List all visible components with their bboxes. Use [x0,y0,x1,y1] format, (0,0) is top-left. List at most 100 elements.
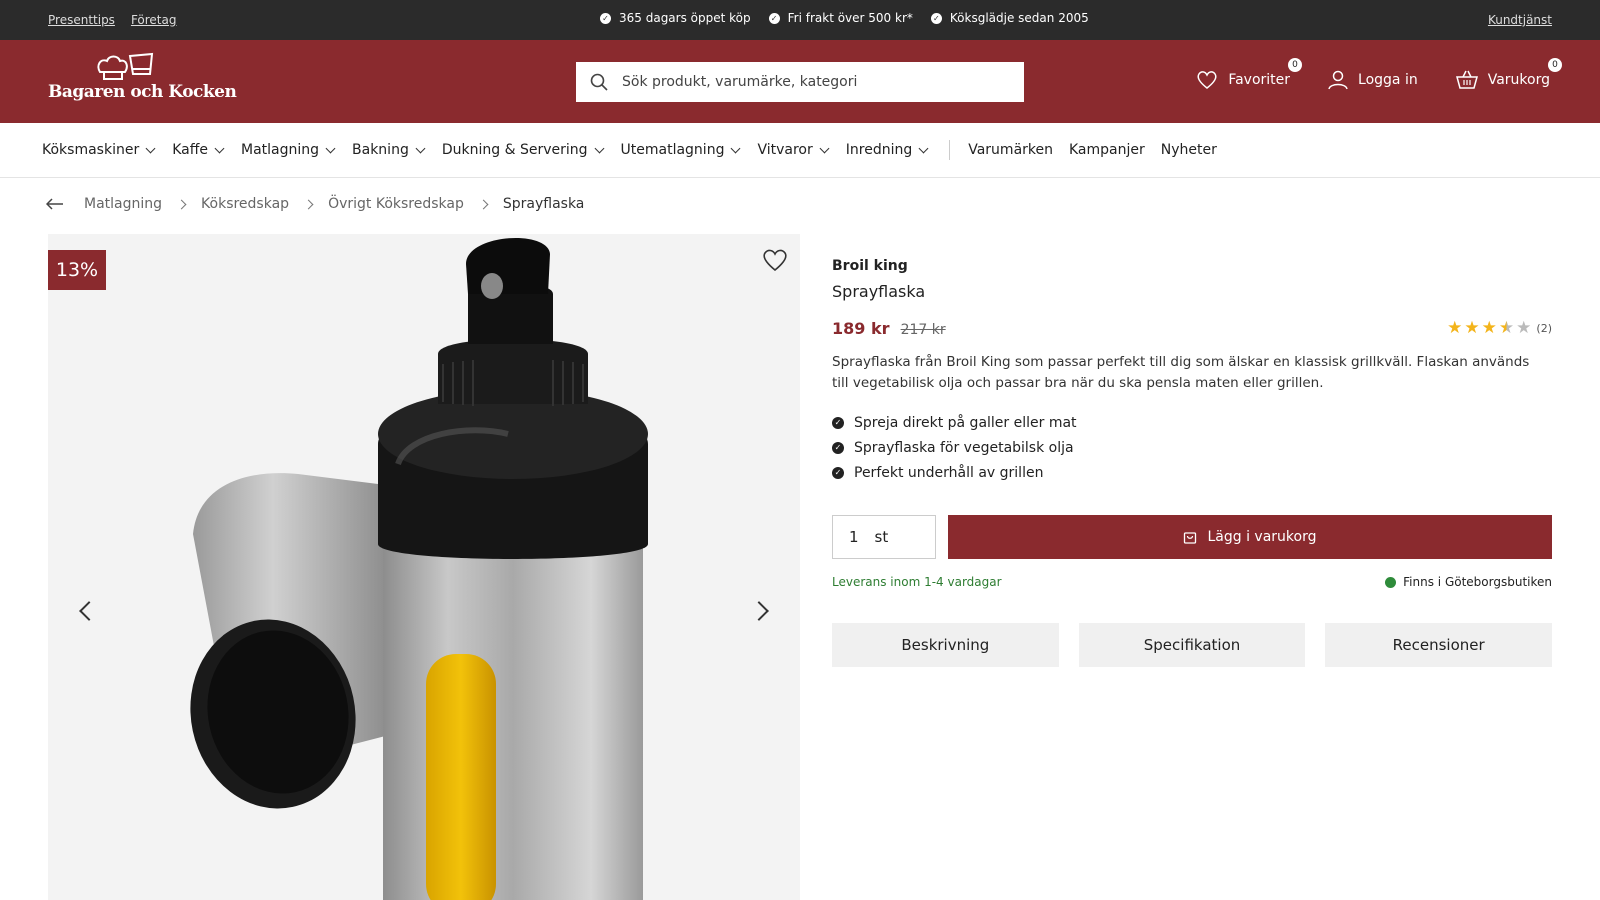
nav-item-bakning[interactable]: Bakning [352,142,426,158]
chevron-down-icon [594,143,604,153]
product-tabs: Beskrivning Specifikation Recensioner [832,623,1553,667]
chevron-right-icon [176,199,187,209]
header-actions: Favoriter 0 Logga in Varukorg 0 [1196,58,1562,90]
kundtjanst-link[interactable]: Kundtjänst [1488,13,1552,27]
usp-label: Köksglädje sedan 2005 [949,11,1089,25]
nav-link-nyheter[interactable]: Nyheter [1161,142,1217,158]
favorites-count-badge: 0 [1288,58,1303,72]
stock-label: Finns i Göteborgsbutiken [1403,575,1552,589]
add-to-cart-button[interactable]: Lägg i varukorg [948,515,1552,559]
usp-label: Fri frakt över 500 kr* [787,11,913,25]
check-icon: ✓ [930,12,942,24]
search-box[interactable] [576,62,1024,102]
product-description: Sprayflaska från Broil King som passar p… [832,354,1530,391]
cart-count-badge: 0 [1548,58,1562,72]
check-icon: ✓ [600,12,611,24]
nav-divider [949,140,951,160]
logo-text: Bagaren och Kocken [48,82,237,102]
breadcrumb: Matlagning Köksredskap Övrigt Köksredska… [46,196,584,212]
chevron-down-icon [415,143,426,153]
feature-item: ✓ Spreja direkt på galler eller mat [832,410,1552,435]
star-icon: ★ [1481,318,1497,338]
buy-row: 1 st Lägg i varukorg [832,515,1552,559]
favorites-link[interactable]: Favoriter 0 [1196,58,1303,90]
nav-item-kaffe[interactable]: Kaffe [172,142,225,158]
breadcrumb-link[interactable]: Köksredskap [201,196,289,212]
top-bar: Presenttips Företag ✓ 365 dagars öppet kö… [0,0,1600,40]
nav-item-label: Utematlagning [620,142,725,158]
nav-link-varumarken[interactable]: Varumärken [968,142,1053,158]
feature-text: Spreja direkt på galler eller mat [854,414,1077,431]
check-icon: ✓ [768,12,780,24]
chevron-right-icon [303,199,314,209]
breadcrumb-link[interactable]: Matlagning [84,196,162,212]
nav-item-label: Inredning [845,142,913,158]
chevron-down-icon [819,143,830,153]
nav-item-vitvaror[interactable]: Vitvaror [757,142,830,158]
check-icon: ✓ [832,466,844,479]
presenttips-link[interactable]: Presenttips [48,13,115,27]
usp-label: 365 dagars öppet köp [619,11,751,25]
original-price: 217 kr [900,322,946,338]
feature-item: ✓ Sprayflaska för vegetabilsk olja [832,435,1552,460]
nav-item-inredning[interactable]: Inredning [845,142,929,158]
star-icon: ★ [1464,318,1480,338]
check-icon: ✓ [832,416,844,429]
nav-item-label: Dukning & Servering [441,142,588,158]
in-stock-dot-icon [1385,576,1397,588]
site-logo[interactable]: Bagaren och Kocken [48,52,237,112]
usp-list: ✓ 365 dagars öppet köp ✓ Fri frakt över 50… [600,11,1089,25]
star-icon: ★ [1447,318,1463,338]
nav-item-utematlagning[interactable]: Utematlagning [620,142,741,158]
quantity-unit: st [874,528,889,546]
product-image [190,237,648,900]
chevron-down-icon [214,143,225,153]
nav-item-dukning[interactable]: Dukning & Servering [441,142,604,158]
nav-item-koksmaskiner[interactable]: Köksmaskiner [42,142,156,158]
tab-specifikation[interactable]: Specifikation [1078,623,1306,667]
check-icon: ✓ [832,441,844,454]
half-star-icon: ★ [1498,318,1515,338]
user-icon [1328,70,1348,90]
search-input[interactable] [622,74,1002,90]
tab-recensioner[interactable]: Recensioner [1325,623,1553,667]
delivery-row: Leverans inom 1-4 vardagar Finns i Göteb… [832,575,1552,589]
login-link[interactable]: Logga in [1328,70,1418,90]
back-arrow-icon[interactable] [46,198,64,210]
discount-badge: 13% [48,250,106,290]
nav-item-label: Bakning [352,142,409,158]
topbar-left-links: Presenttips Företag [48,13,176,27]
nav-item-matlagning[interactable]: Matlagning [241,142,336,158]
heart-icon [1197,71,1217,89]
breadcrumb-link[interactable]: Övrigt Köksredskap [328,196,464,212]
star-icon: ★ [1516,318,1532,338]
chevron-right-icon [478,199,489,209]
quantity-value: 1 [849,528,859,546]
bag-icon [1184,532,1197,544]
foretag-link[interactable]: Företag [131,13,177,27]
basket-icon [1455,70,1478,89]
add-to-favorites-button[interactable] [762,248,788,276]
favorites-label: Favoriter [1228,72,1291,88]
heart-icon [763,249,787,272]
product-brand[interactable]: Broil king [832,258,1552,274]
price-row: 189 kr 217 kr ★ ★ ★ ★ ★ (2) [832,319,1552,338]
add-to-cart-label: Lägg i varukorg [1207,529,1317,545]
nav-item-label: Köksmaskiner [42,142,140,158]
nav-item-label: Vitvaror [757,142,813,158]
product-rating[interactable]: ★ ★ ★ ★ ★ (2) [1447,320,1552,337]
store-stock-status[interactable]: Finns i Göteborgsbutiken [1385,575,1552,589]
chevron-down-icon [731,143,741,153]
product-title: Sprayflaska [832,282,926,301]
main-nav: Köksmaskiner Kaffe Matlagning Bakning Du… [0,123,1600,178]
nav-link-kampanjer[interactable]: Kampanjer [1069,142,1145,158]
chevron-down-icon [325,143,336,153]
cart-link[interactable]: Varukorg 0 [1455,58,1562,90]
search-icon [590,73,608,91]
quantity-input[interactable]: 1 st [832,515,936,559]
product-gallery: 13% [48,234,800,900]
site-header: Bagaren och Kocken Favoriter 0 Logga in … [0,40,1600,123]
chevron-down-icon [145,143,156,153]
delivery-time: Leverans inom 1-4 vardagar [832,575,1002,589]
tab-beskrivning[interactable]: Beskrivning [832,623,1059,667]
